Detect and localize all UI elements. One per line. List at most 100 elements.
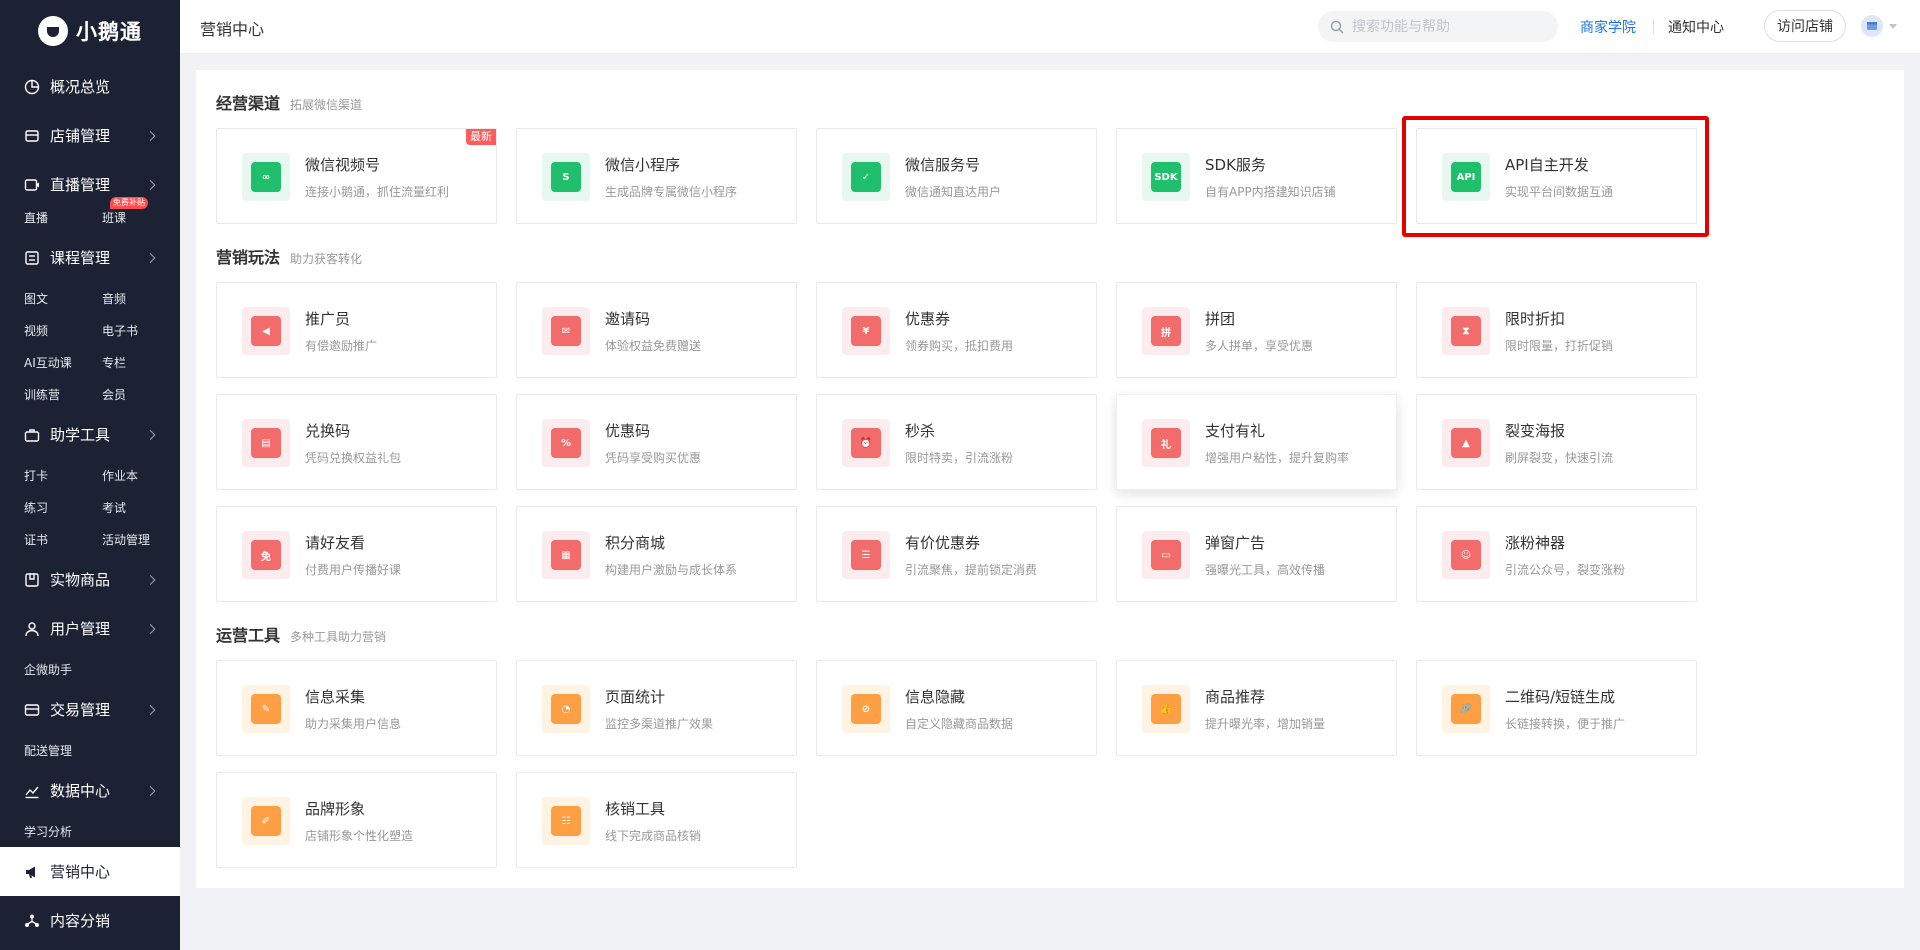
- brand-logo[interactable]: 小鹅通: [0, 0, 180, 62]
- sidebar-subitem[interactable]: 班课 免费补贴: [102, 197, 180, 233]
- feature-card[interactable]: % 优惠码 凭码享受购买优惠: [516, 394, 797, 490]
- sidebar-subitem-label: 会员: [102, 387, 127, 402]
- feature-card[interactable]: 拼 拼团 多人拼单，享受优惠: [1116, 282, 1397, 378]
- feature-card[interactable]: ✓ 微信服务号 微信通知直达用户: [816, 128, 1097, 224]
- sidebar-subitem[interactable]: 会员: [102, 378, 180, 410]
- feature-card[interactable]: 礼 支付有礼 增强用户粘性，提升复购率: [1116, 394, 1397, 490]
- invite-code-icon: ✉: [542, 307, 590, 355]
- feature-card[interactable]: 免 请好友看 付费用户传播好课: [216, 506, 497, 602]
- card-title: 优惠券: [905, 310, 951, 328]
- sidebar-item-0[interactable]: 概况总览: [0, 62, 180, 111]
- card-description: 引流公众号，裂变涨粉: [1505, 563, 1626, 577]
- sidebar-item-7[interactable]: 交易管理: [0, 685, 180, 734]
- sidebar-subitem[interactable]: 打卡: [24, 459, 102, 491]
- sidebar-subitem[interactable]: 证书: [24, 523, 102, 555]
- feature-card[interactable]: ▭ 弹窗广告 强曝光工具，高效传播: [1116, 506, 1397, 602]
- sidebar-item-4[interactable]: 助学工具: [0, 410, 180, 459]
- sidebar-item-9[interactable]: 营销中心: [0, 847, 180, 896]
- card-title: 核销工具: [605, 800, 666, 818]
- marketing-panel: 经营渠道 拓展微信渠道 ∞ 微信视频号 连接小鹅通，抓住流量红利 最新 S 微信小程序 生成品牌…: [196, 70, 1904, 888]
- feature-card[interactable]: ▲ 裂变海报 刷屏裂变，快速引流: [1416, 394, 1697, 490]
- feature-card[interactable]: API API自主开发 实现平台间数据互通: [1416, 128, 1697, 224]
- sidebar-item-8[interactable]: 数据中心: [0, 766, 180, 815]
- avatar[interactable]: [1861, 15, 1883, 37]
- feature-card[interactable]: ▦ 积分商城 构建用户激励与成长体系: [516, 506, 797, 602]
- sidebar-subitem-label: 图文: [24, 291, 49, 306]
- card-description: 自定义隐藏商品数据: [905, 717, 1014, 731]
- sidebar-subitem[interactable]: 考试: [102, 491, 180, 523]
- card-icon-glyph: ☷: [551, 806, 581, 836]
- sidebar-subitem[interactable]: 电子书: [102, 314, 180, 346]
- sidebar-item-3[interactable]: 课程管理: [0, 233, 180, 282]
- sidebar-subitem[interactable]: 图文: [24, 282, 102, 314]
- feature-card[interactable]: SDK SDK服务 自有APP内搭建知识店铺: [1116, 128, 1397, 224]
- brand-name: 小鹅通: [76, 20, 142, 44]
- feature-card[interactable]: ☰ 有价优惠券 引流聚焦，提前锁定消费: [816, 506, 1097, 602]
- sidebar-item-10[interactable]: 内容分销: [0, 896, 180, 945]
- search-icon: [1330, 20, 1344, 34]
- feature-card[interactable]: ◔ 页面统计 监控多渠道推广效果: [516, 660, 797, 756]
- fans-growth-icon: ☺: [1442, 531, 1490, 579]
- sidebar-subitem[interactable]: 专栏: [102, 346, 180, 378]
- feature-card[interactable]: 👍 商品推荐 提升曝光率，增加销量: [1116, 660, 1397, 756]
- sidebar-subitem[interactable]: 学习分析: [24, 815, 102, 847]
- sidebar-subitem[interactable]: 训练营: [24, 378, 102, 410]
- sidebar-item-5[interactable]: 实物商品: [0, 555, 180, 604]
- feature-card[interactable]: ✐ 品牌形象 店铺形象个性化塑造: [216, 772, 497, 868]
- feature-card[interactable]: ⏰ 秒杀 限时特卖，引流涨粉: [816, 394, 1097, 490]
- card-icon-glyph: ◀: [251, 316, 281, 346]
- store-icon: [24, 128, 40, 144]
- feature-card[interactable]: ◀ 推广员 有偿邀励推广: [216, 282, 497, 378]
- card-description: 凭码享受购买优惠: [605, 451, 702, 465]
- sidebar-subitem[interactable]: 作业本: [102, 459, 180, 491]
- sidebar-subitem[interactable]: 直播: [24, 201, 102, 233]
- card-description: 领券购买，抵扣费用: [905, 339, 1014, 353]
- feature-card[interactable]: 🔗 二维码/短链生成 长链接转换，便于推广: [1416, 660, 1697, 756]
- card-icon-glyph: S: [551, 162, 581, 192]
- card-description: 引流聚焦，提前锁定消费: [905, 563, 1038, 577]
- sidebar-subitem[interactable]: 配送管理: [24, 734, 102, 766]
- sidebar-subitem[interactable]: AI互动课: [24, 346, 102, 378]
- feature-card[interactable]: ☷ 核销工具 线下完成商品核销: [516, 772, 797, 868]
- visit-store-button[interactable]: 访问店铺: [1764, 10, 1846, 42]
- feature-card[interactable]: ⊘ 信息隐藏 自定义隐藏商品数据: [816, 660, 1097, 756]
- card-description: 连接小鹅通，抓住流量红利: [305, 185, 450, 199]
- sidebar-subitem[interactable]: 音频: [102, 282, 180, 314]
- sidebar-item-label: 交易管理: [50, 701, 111, 719]
- sidebar-subitem-label: 企微助手: [24, 662, 73, 677]
- sidebar-subitem[interactable]: 视频: [24, 314, 102, 346]
- sidebar-subitem[interactable]: 练习: [24, 491, 102, 523]
- sidebar-submenu: 配送管理: [0, 734, 180, 766]
- merchant-academy-link[interactable]: 商家学院: [1580, 17, 1636, 37]
- feature-card[interactable]: ▤ 兑换码 凭码兑换权益礼包: [216, 394, 497, 490]
- search-box[interactable]: [1318, 11, 1558, 42]
- search-input[interactable]: [1352, 18, 1542, 35]
- feature-card[interactable]: ☺ 涨粉神器 引流公众号，裂变涨粉: [1416, 506, 1697, 602]
- card-description: 监控多渠道推广效果: [605, 717, 714, 731]
- feature-card[interactable]: ∞ 微信视频号 连接小鹅通，抓住流量红利 最新: [216, 128, 497, 224]
- sidebar-submenu: 直播 班课 免费补贴: [0, 197, 180, 233]
- sidebar-subitem[interactable]: 活动管理: [102, 523, 180, 555]
- sidebar-item-6[interactable]: 用户管理: [0, 604, 180, 653]
- card-icon-glyph: 🔗: [1451, 694, 1481, 724]
- sidebar-item-1[interactable]: 店铺管理: [0, 111, 180, 160]
- sidebar-subitem[interactable]: 企微助手: [24, 653, 102, 685]
- feature-card[interactable]: ⧗ 限时折扣 限时限量，打折促销: [1416, 282, 1697, 378]
- feature-card[interactable]: ✉ 邀请码 体验权益免费赠送: [516, 282, 797, 378]
- form-collect-icon: ✎: [242, 685, 290, 733]
- sidebar-subitem-label: 音频: [102, 291, 127, 306]
- card-description: 助力采集用户信息: [305, 717, 402, 731]
- card-description: 限时特卖，引流涨粉: [905, 451, 1014, 465]
- wechat-channels-icon: ∞: [242, 153, 290, 201]
- share-icon: [24, 913, 40, 929]
- feature-card[interactable]: ¥ 优惠券 领券购买，抵扣费用: [816, 282, 1097, 378]
- feature-card[interactable]: ✎ 信息采集 助力采集用户信息: [216, 660, 497, 756]
- section-heading: 运营工具: [216, 626, 281, 645]
- notification-center-link[interactable]: 通知中心: [1668, 17, 1724, 37]
- feature-card[interactable]: S 微信小程序 生成品牌专属微信小程序: [516, 128, 797, 224]
- card-description: 长链接转换，便于推广: [1505, 717, 1626, 731]
- sidebar-item-label: 直播管理: [50, 176, 111, 194]
- sidebar: 小鹅通 概况总览 店铺管理直播管理直播 班课 免费补贴 课程管理图文 音频 视频 电子书 AI互…: [0, 0, 180, 950]
- caret-down-icon[interactable]: [1889, 24, 1897, 29]
- card-title: 微信视频号: [305, 156, 381, 174]
